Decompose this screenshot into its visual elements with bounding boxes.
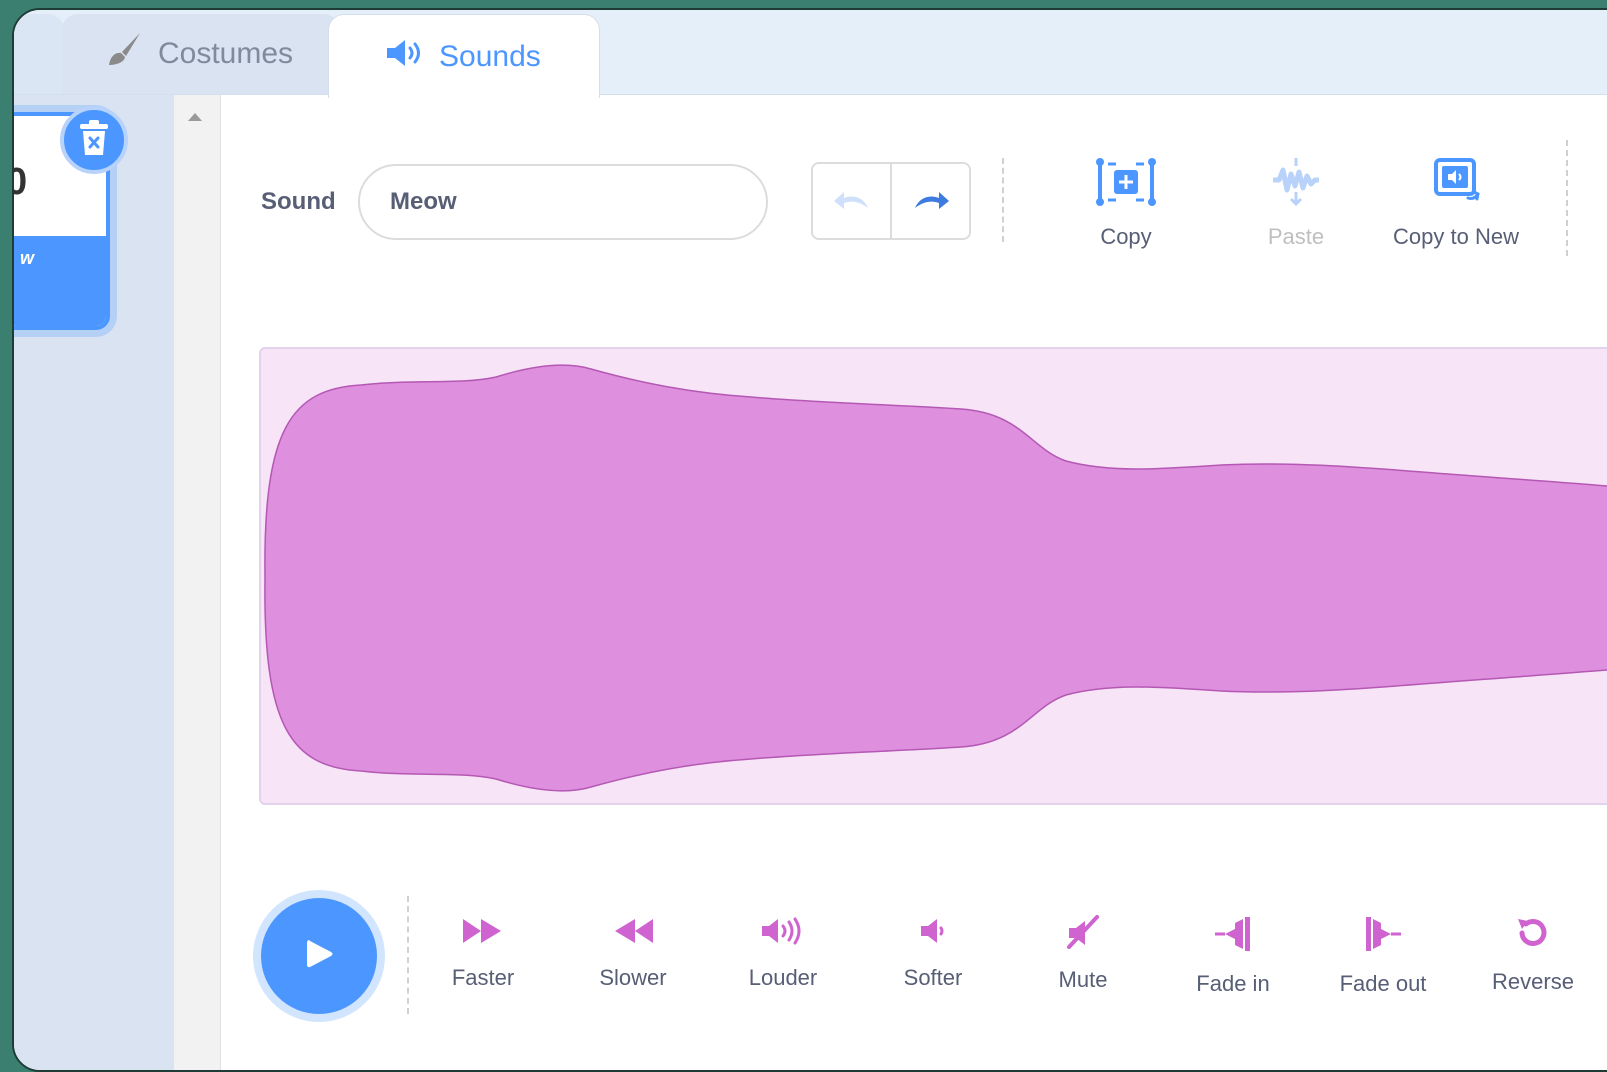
reverse-label: Reverse: [1492, 969, 1574, 994]
mute-button[interactable]: Mute: [1008, 915, 1158, 993]
copy-label: Copy: [1100, 224, 1152, 249]
sound-item-number: 0: [14, 161, 27, 204]
paste-button[interactable]: Paste: [1246, 156, 1346, 250]
play-icon: [299, 934, 339, 979]
redo-icon: [911, 188, 951, 215]
undo-button[interactable]: [813, 164, 890, 238]
play-button[interactable]: [261, 898, 377, 1014]
paste-icon: [1269, 156, 1323, 214]
tab-sounds-label: Sounds: [439, 39, 541, 73]
tab-bar: Costumes Sounds: [14, 10, 1607, 98]
paste-label: Paste: [1267, 224, 1325, 249]
fade-out-label: Fade out: [1339, 971, 1427, 996]
fade-in-button[interactable]: Fade in: [1158, 915, 1308, 997]
tab-sounds[interactable]: Sounds: [328, 14, 600, 98]
copy-to-new-label: Copy to New: [1393, 224, 1519, 249]
waveform: [264, 364, 1607, 792]
delete-sound-button[interactable]: [60, 106, 128, 174]
sound-item-name-label: w: [20, 248, 35, 268]
slower-icon: [611, 915, 655, 953]
fade-in-label: Fade in: [1196, 971, 1270, 996]
copy-button[interactable]: Copy: [1076, 156, 1176, 250]
toolbar-divider: [1002, 158, 1004, 242]
tab-costumes-label: Costumes: [158, 37, 294, 70]
speaker-icon: [385, 37, 427, 77]
slower-button[interactable]: Slower: [558, 915, 708, 991]
redo-button[interactable]: [890, 164, 969, 238]
trash-icon: [77, 119, 111, 162]
undo-redo-group: [811, 162, 971, 240]
slower-label: Slower: [599, 965, 667, 990]
tab-costumes[interactable]: Costumes: [62, 14, 340, 94]
brush-icon: [104, 30, 144, 78]
faster-button[interactable]: Faster: [408, 915, 558, 991]
mute-icon: [1065, 915, 1101, 955]
copy-icon: [1094, 156, 1158, 214]
mute-label: Mute: [1058, 967, 1108, 992]
softer-button[interactable]: Softer: [858, 915, 1008, 991]
faster-label: Faster: [451, 965, 515, 990]
softer-label: Softer: [903, 965, 963, 990]
reverse-icon: [1514, 915, 1552, 957]
app-frame: Costumes Sounds 0 w: [12, 8, 1607, 1072]
scroll-up-arrow-icon[interactable]: [188, 113, 202, 121]
fade-out-icon: [1363, 915, 1403, 959]
sound-item-name: w: [14, 236, 106, 326]
louder-icon: [760, 915, 806, 953]
sound-list-scrollbar[interactable]: [174, 95, 221, 1070]
waveform-area[interactable]: [259, 347, 1607, 805]
louder-label: Louder: [748, 965, 818, 990]
tab-code[interactable]: [14, 14, 64, 94]
copy-to-new-button[interactable]: Copy to New: [1376, 156, 1536, 250]
undo-icon: [832, 188, 872, 215]
faster-icon: [461, 915, 505, 953]
sound-name-label: Sound: [261, 188, 336, 215]
toolbar-divider-right: [1566, 140, 1568, 256]
fade-in-icon: [1213, 915, 1253, 959]
fade-out-button[interactable]: Fade out: [1308, 915, 1458, 997]
louder-button[interactable]: Louder: [708, 915, 858, 991]
sound-name-input[interactable]: [358, 164, 768, 240]
softer-icon: [917, 915, 949, 953]
copy-to-new-icon: [1428, 156, 1484, 214]
reverse-button[interactable]: Reverse: [1458, 915, 1607, 995]
